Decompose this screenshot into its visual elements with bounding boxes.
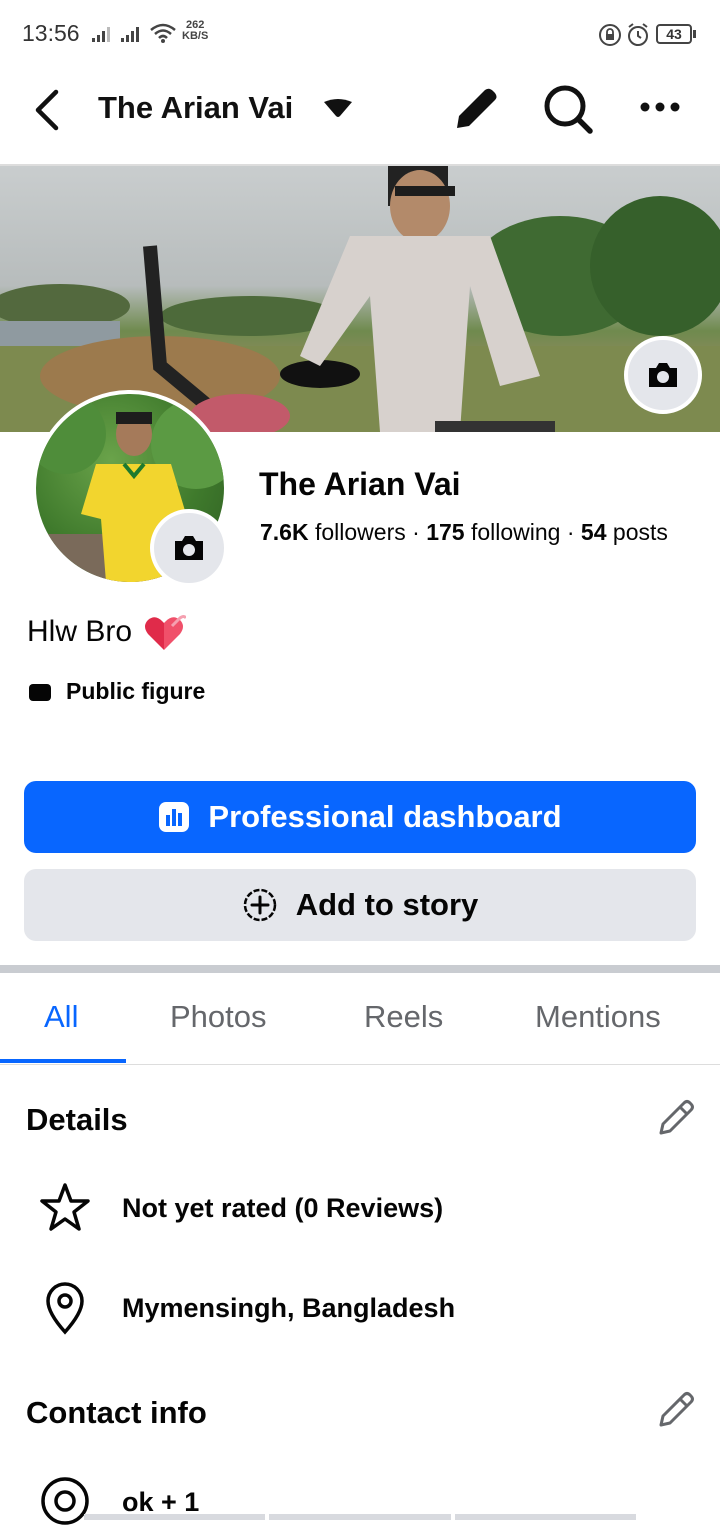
section-divider bbox=[0, 965, 720, 973]
lock-rotation-icon bbox=[599, 24, 621, 46]
wifi-icon bbox=[150, 23, 176, 43]
star-icon bbox=[40, 1183, 90, 1231]
professional-dashboard-button[interactable]: Professional dashboard bbox=[24, 781, 696, 853]
location-pin-icon bbox=[46, 1282, 84, 1335]
battery-tip bbox=[693, 30, 696, 38]
category-icon bbox=[29, 683, 51, 701]
alarm-icon bbox=[628, 23, 648, 46]
search-icon[interactable] bbox=[541, 82, 595, 136]
avatar-camera-button[interactable] bbox=[150, 509, 228, 587]
pencil-icon[interactable] bbox=[451, 84, 501, 134]
posts-count: 54 bbox=[580, 519, 607, 545]
details-heading: Details bbox=[26, 1102, 128, 1137]
posts-label: posts bbox=[612, 519, 668, 545]
tab-all[interactable]: All bbox=[44, 999, 78, 1035]
following-count[interactable]: 175 bbox=[426, 519, 464, 545]
camera-icon bbox=[649, 363, 677, 387]
status-time: 13:56 bbox=[22, 20, 80, 46]
location-text: Mymensingh, Bangladesh bbox=[122, 1293, 456, 1323]
category-label: Public figure bbox=[66, 678, 206, 704]
back-arrow-icon[interactable] bbox=[30, 88, 66, 132]
more-icon[interactable] bbox=[638, 100, 682, 114]
profile-tabs: All Photos Reels Mentions bbox=[0, 973, 720, 1065]
active-tab-indicator bbox=[0, 1059, 126, 1063]
battery-icon: 43 bbox=[656, 24, 692, 44]
dashboard-icon bbox=[159, 802, 190, 832]
bottom-fade bbox=[84, 1514, 636, 1520]
tab-photos[interactable]: Photos bbox=[170, 999, 267, 1035]
rating-text: Not yet rated (0 Reviews) bbox=[122, 1193, 444, 1223]
dropdown-caret-icon[interactable] bbox=[321, 96, 355, 120]
status-bar: 13:56 262 KB/S 43 bbox=[0, 0, 720, 68]
hearts-emoji-icon bbox=[145, 615, 187, 650]
edit-details-icon[interactable] bbox=[656, 1098, 696, 1138]
followers-label[interactable]: followers bbox=[315, 519, 406, 545]
cover-camera-button[interactable] bbox=[624, 336, 702, 414]
add-to-story-button[interactable]: Add to story bbox=[24, 869, 696, 941]
top-app-bar: The Arian Vai bbox=[0, 68, 720, 166]
profile-stats: 7.6K followers · 175 following · 54 post… bbox=[260, 519, 668, 546]
bio-text: Hlw Bro bbox=[27, 615, 133, 648]
stat-separator: · bbox=[412, 519, 420, 545]
tab-mentions[interactable]: Mentions bbox=[535, 999, 661, 1035]
following-label[interactable]: following bbox=[471, 519, 561, 545]
net-speed: 262 KB/S bbox=[182, 20, 208, 42]
profile-name: The Arian Vai bbox=[259, 466, 461, 502]
add-story-label: Add to story bbox=[295, 887, 479, 922]
stat-separator: · bbox=[566, 519, 575, 545]
tab-reels[interactable]: Reels bbox=[364, 999, 443, 1035]
net-speed-unit: KB/S bbox=[182, 30, 209, 42]
contact-info-heading: Contact info bbox=[26, 1395, 207, 1430]
followers-count[interactable]: 7.6K bbox=[260, 519, 309, 545]
page-title[interactable]: The Arian Vai bbox=[98, 90, 293, 126]
add-circle-icon bbox=[243, 888, 276, 922]
dashboard-button-label: Professional dashboard bbox=[208, 799, 562, 834]
signal-icon bbox=[92, 24, 110, 42]
camera-icon bbox=[175, 536, 203, 560]
profile-category: Public figure bbox=[28, 678, 205, 705]
edit-contact-icon[interactable] bbox=[656, 1390, 696, 1430]
profile-bio: Hlw Bro bbox=[27, 612, 187, 652]
signal-icon bbox=[121, 24, 139, 42]
